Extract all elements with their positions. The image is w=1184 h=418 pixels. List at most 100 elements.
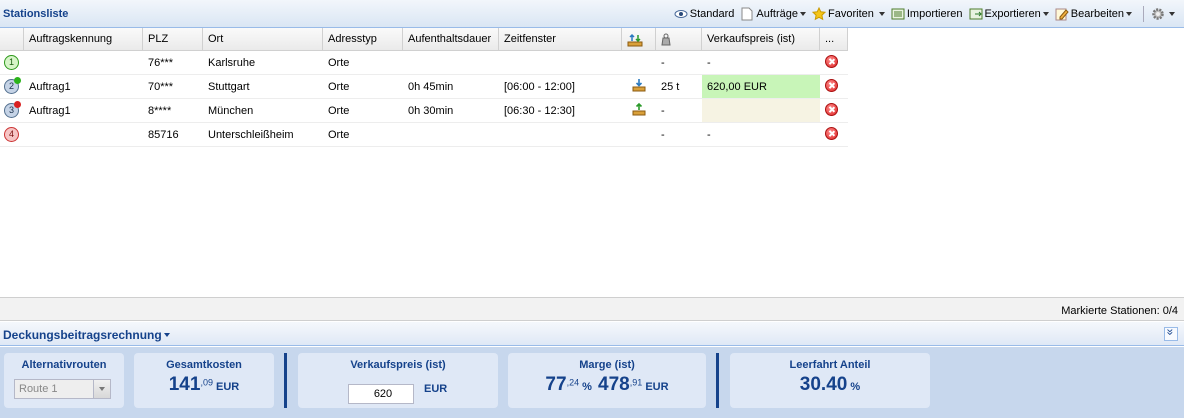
plz-cell: 70*** [148, 81, 174, 93]
load-icon [632, 102, 646, 116]
verkaufspreis-cell: 620,00 EUR [702, 75, 820, 98]
leerfahrt-box: Leerfahrt Anteil 30.40 % [730, 353, 930, 408]
col-header-aufenthaltsdauer[interactable]: Aufenthaltsdauer [403, 28, 499, 50]
load-unload-cell [622, 123, 656, 146]
table-row[interactable]: 3 Auftrag1 8**** München Orte 0h 30min [06:30 … [0, 99, 848, 123]
leerfahrt-value: 30.40 % [799, 374, 861, 395]
divider [716, 353, 719, 408]
leerfahrt-label: Leerfahrt Anteil [789, 359, 871, 371]
weight-cell: - [661, 57, 665, 69]
verkaufspreis-input[interactable]: 620 [348, 384, 414, 404]
verkaufspreis-cell: - [707, 129, 711, 141]
gesamtkosten-box: Gesamtkosten 141,09 EUR [134, 353, 274, 408]
toolbar-separator [1143, 6, 1144, 22]
col-header-auftragskennung[interactable]: Auftragskennung [24, 28, 143, 50]
aufenthaltsdauer-cell [403, 51, 499, 74]
adresstyp-cell: Orte [328, 81, 350, 93]
delete-cell [820, 51, 848, 74]
collapse-button[interactable] [1164, 327, 1178, 341]
marge-label: Marge (ist) [579, 359, 635, 371]
col-header-ort[interactable]: Ort [203, 28, 323, 50]
marked-stations-count: Markierte Stationen: 0/4 [1061, 305, 1178, 317]
aufenthaltsdauer-cell: 0h 30min [408, 105, 454, 117]
auftragskennung-cell: Auftrag1 [29, 105, 71, 117]
chevron-down-icon [1169, 12, 1175, 16]
import-icon [891, 7, 905, 21]
delete-icon[interactable] [825, 79, 838, 92]
auftragskennung-cell [24, 51, 143, 74]
ort-cell: Stuttgart [208, 81, 250, 93]
chevron-down-icon [1042, 12, 1049, 16]
plz-cell: 76*** [148, 57, 174, 69]
standard-button[interactable]: Standard [671, 5, 738, 23]
ort-cell: München [208, 105, 254, 117]
gesamtkosten-label: Gesamtkosten [166, 359, 242, 371]
db-panel-title[interactable]: Deckungsbeitragsrechnung [3, 328, 170, 342]
station-number-badge: 4 [4, 127, 19, 142]
chevron-down-icon [1126, 12, 1132, 16]
col-header-adresstyp[interactable]: Adresstyp [323, 28, 403, 50]
stations-grid: Auftragskennung PLZ Ort Adresstyp Aufent… [0, 28, 848, 147]
load-unload-icon [627, 33, 643, 47]
table-row[interactable]: 2 Auftrag1 70*** Stuttgart Orte 0h 45min [06:0… [0, 75, 848, 99]
delete-icon[interactable] [825, 103, 838, 116]
db-panel-body: Alternativrouten Route 1 Gesamtkosten 14… [0, 347, 1184, 418]
chevron-down-icon [878, 12, 885, 16]
grid-header: Auftragskennung PLZ Ort Adresstyp Aufent… [0, 28, 848, 51]
table-row[interactable]: 1 76*** Karlsruhe Orte - - [0, 51, 848, 75]
col-header-load-unload[interactable] [622, 28, 656, 50]
station-number-badge: 2 [4, 77, 21, 94]
panel-title: Stationsliste [3, 8, 69, 20]
marge-box: Marge (ist) 77,24 % 478,91 EUR [508, 353, 706, 408]
delete-cell [820, 75, 848, 98]
load-unload-cell [622, 75, 656, 98]
delete-cell [820, 99, 848, 122]
edit-icon [1055, 7, 1069, 21]
status-dot-icon [14, 101, 21, 108]
marge-value: 77,24 % 478,91 EUR [545, 374, 669, 395]
delete-icon[interactable] [825, 127, 838, 140]
verkaufspreis-box: Verkaufspreis (ist) 620 EUR [298, 353, 498, 408]
route-select[interactable]: Route 1 [14, 379, 111, 399]
settings-button[interactable] [1148, 5, 1178, 23]
col-header-zeitfenster[interactable]: Zeitfenster [499, 28, 622, 50]
exportieren-button[interactable]: Exportieren [966, 5, 1052, 23]
unload-icon [632, 79, 646, 92]
plz-cell: 85716 [148, 129, 179, 141]
stationsliste-header: Stationsliste Standard Aufträge Favorite… [0, 0, 1184, 28]
plz-cell: 8**** [148, 105, 172, 117]
ort-cell: Karlsruhe [208, 57, 256, 69]
station-number-cell: 4 [0, 123, 24, 146]
table-row[interactable]: 4 85716 Unterschleißheim Orte - - [0, 123, 848, 147]
favoriten-button[interactable]: Favoriten [809, 5, 888, 23]
gesamtkosten-value: 141,09 EUR [168, 374, 240, 395]
delete-icon[interactable] [825, 55, 838, 68]
bearbeiten-button[interactable]: Bearbeiten [1052, 5, 1135, 23]
auftragskennung-cell: Auftrag1 [29, 81, 71, 93]
col-header-plz[interactable]: PLZ [143, 28, 203, 50]
weight-cell: 25 t [661, 81, 680, 93]
alternativrouten-box: Alternativrouten Route 1 [4, 353, 124, 408]
importieren-button[interactable]: Importieren [888, 5, 966, 23]
adresstyp-cell: Orte [328, 129, 350, 141]
grid-rows: 1 76*** Karlsruhe Orte - - 2 Auftrag1 70*** Stutt… [0, 51, 848, 147]
document-icon [740, 7, 754, 21]
col-header-more[interactable]: ... [820, 28, 848, 50]
adresstyp-cell: Orte [328, 105, 350, 117]
weight-icon [661, 33, 671, 46]
station-number-cell: 1 [0, 51, 24, 74]
gear-icon [1151, 7, 1165, 21]
auftraege-button[interactable]: Aufträge [737, 5, 809, 23]
chevron-down-icon[interactable] [93, 380, 110, 398]
col-header-num [0, 28, 24, 50]
chevron-down-icon [163, 333, 170, 337]
col-header-weight[interactable] [656, 28, 702, 50]
zeitfenster-cell: [06:00 - 12:00] [504, 81, 575, 93]
zeitfenster-cell [499, 51, 622, 74]
toolbar: Standard Aufträge Favoriten Importieren … [671, 5, 1178, 23]
star-icon [811, 6, 827, 21]
weight-cell: - [661, 129, 665, 141]
station-number-cell: 3 [0, 99, 24, 122]
ort-cell: Unterschleißheim [208, 129, 294, 141]
col-header-verkaufspreis[interactable]: Verkaufspreis (ist) [702, 28, 820, 50]
